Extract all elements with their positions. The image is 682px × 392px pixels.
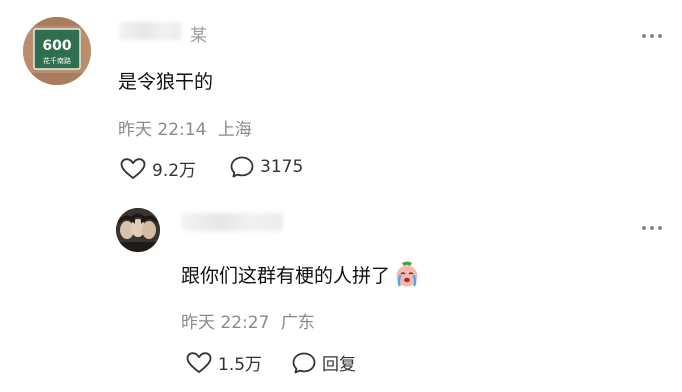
reply-text: 跟你们这群有梗的人拼了 xyxy=(181,264,391,287)
avatar-group-photo-image xyxy=(116,208,160,252)
like-button[interactable]: 9.2万 xyxy=(120,156,196,181)
username-tail[interactable]: 某 xyxy=(190,21,207,46)
reply-avatar[interactable] xyxy=(116,208,160,252)
reply-meta: 昨天 22:27 广东 xyxy=(181,308,315,333)
comment-location: 上海 xyxy=(217,120,252,140)
comment-bubble-icon xyxy=(230,156,254,178)
reply-time: 昨天 22:27 xyxy=(181,313,270,333)
comment-text: 是令狼干的 xyxy=(118,71,214,93)
comments-button[interactable]: 3175 xyxy=(230,156,303,178)
reply-location: 广东 xyxy=(280,313,315,333)
reply-like-count: 1.5万 xyxy=(218,355,263,375)
heart-icon xyxy=(120,157,146,179)
comment-meta: 昨天 22:14 上海 xyxy=(118,115,252,140)
reply-count: 3175 xyxy=(260,157,304,177)
username-blurred[interactable] xyxy=(119,22,181,40)
reply-like-button[interactable]: 1.5万 xyxy=(186,350,262,375)
reply-text-row: 跟你们这群有梗的人拼了 xyxy=(181,260,421,288)
sign-number: 600 xyxy=(42,38,71,54)
reply-button[interactable]: 回复 xyxy=(292,350,356,375)
heart-icon xyxy=(186,351,212,373)
reply-label: 回复 xyxy=(322,355,356,375)
more-dots-icon[interactable] xyxy=(642,34,662,38)
sign-street: 花千南路 xyxy=(43,56,71,65)
like-count: 9.2万 xyxy=(152,161,197,181)
crying-face-emoji xyxy=(396,261,418,287)
avatar-street-sign-image: 600 花千南路 xyxy=(23,17,91,85)
comment-avatar[interactable]: 600 花千南路 xyxy=(23,17,91,85)
reply-more-dots-icon[interactable] xyxy=(642,226,662,230)
reply-username-blurred[interactable] xyxy=(181,213,283,231)
comment-bubble-icon xyxy=(292,352,316,373)
comment-time: 昨天 22:14 xyxy=(118,120,207,140)
